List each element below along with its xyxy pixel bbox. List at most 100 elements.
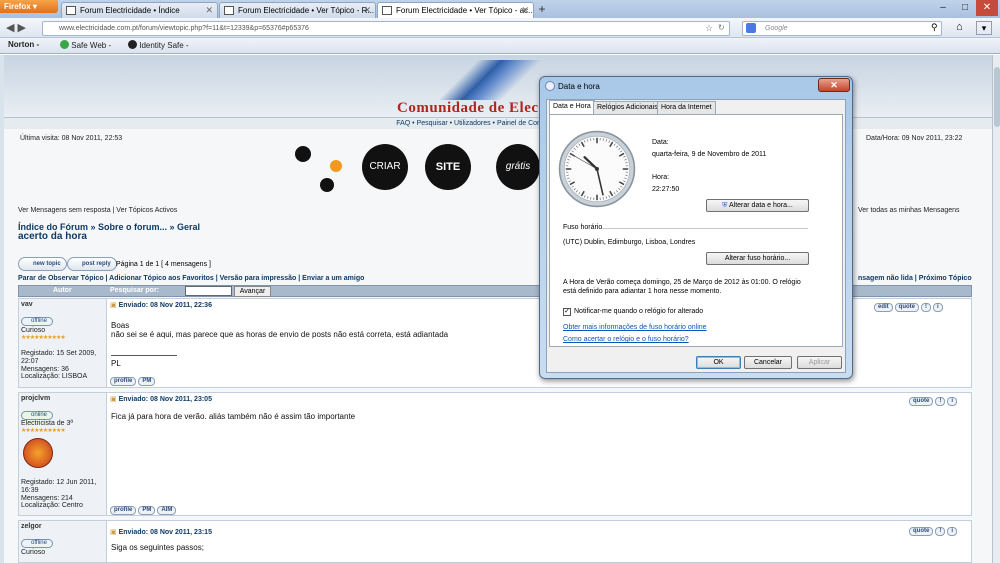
timezone-info-link[interactable]: Obter mais informações de fuso horário o… bbox=[563, 324, 707, 331]
info-button[interactable]: i bbox=[947, 397, 958, 406]
page-scrollbar[interactable] bbox=[992, 55, 1000, 563]
post-text-line: Boas bbox=[111, 321, 130, 330]
scrollbar-thumb[interactable] bbox=[994, 67, 1000, 127]
edit-button[interactable]: edit bbox=[874, 303, 893, 312]
pm-button[interactable]: PM bbox=[138, 377, 156, 386]
quote-button[interactable]: quote bbox=[909, 397, 934, 406]
status-badge: offline bbox=[21, 539, 53, 548]
quote-button[interactable]: quote bbox=[894, 303, 920, 312]
report-button[interactable]: ! bbox=[935, 397, 946, 406]
time-value: 22:27:50 bbox=[652, 186, 680, 193]
page-count: Página 1 de 1 [ 4 mensagens ] bbox=[116, 261, 211, 268]
page-icon bbox=[224, 6, 234, 15]
change-date-time-button[interactable]: ⛨ Alterar data e hora... bbox=[706, 199, 809, 212]
apply-button[interactable]: Aplicar bbox=[797, 356, 842, 369]
safe-web-menu[interactable]: Safe Web - bbox=[60, 40, 111, 50]
notify-checkbox[interactable]: ✓ bbox=[563, 308, 571, 316]
cancel-button[interactable]: Cancelar bbox=[744, 356, 792, 369]
reload-icon[interactable]: ↻ bbox=[718, 23, 725, 32]
lightning-logo-graphic bbox=[430, 60, 550, 100]
quick-links-right[interactable]: Ver todas as minhas Mensagens bbox=[858, 207, 960, 214]
user-rank: Electricista de 3ª bbox=[21, 420, 74, 427]
search-topic-input[interactable] bbox=[185, 286, 232, 296]
minimize-icon[interactable]: – bbox=[932, 0, 954, 16]
profile-button[interactable]: profile bbox=[110, 377, 137, 386]
close-window-icon[interactable]: ✕ bbox=[976, 0, 998, 16]
post-icon: ▣ bbox=[110, 529, 117, 536]
forum-logo-text[interactable]: Comunidade de Elec bbox=[397, 100, 539, 117]
maximize-icon[interactable]: □ bbox=[954, 0, 976, 16]
close-tab-icon[interactable]: ✕ bbox=[205, 5, 213, 16]
post-author[interactable]: zelgor bbox=[21, 523, 42, 530]
dialog-close-button[interactable]: ✕ bbox=[818, 78, 850, 92]
search-bar[interactable]: Google bbox=[742, 21, 942, 36]
signature-text: PL bbox=[111, 359, 121, 368]
back-forward-icons[interactable]: ◀ ▶ bbox=[6, 21, 40, 35]
aim-button[interactable]: AIM bbox=[157, 506, 177, 515]
ad-word-criar: CRIAR bbox=[362, 144, 408, 190]
status-badge: offline bbox=[21, 317, 53, 326]
report-button[interactable]: ! bbox=[935, 527, 946, 536]
home-icon[interactable]: ⌂ bbox=[956, 21, 963, 33]
search-icon[interactable]: ⚲ bbox=[931, 22, 938, 33]
report-button[interactable]: ! bbox=[921, 303, 932, 312]
search-topic-button[interactable]: Avançar bbox=[234, 286, 271, 297]
new-tab-button[interactable]: + bbox=[535, 3, 549, 17]
ad-word-site: SITE bbox=[425, 144, 471, 190]
tab-forum-index[interactable]: Forum Electricidade • Índice ✕ bbox=[61, 2, 218, 18]
date-value: quarta-feira, 9 de Novembro de 2011 bbox=[652, 151, 767, 158]
ok-button[interactable]: OK bbox=[696, 356, 741, 369]
tab-title: Forum Electricidade • Índice bbox=[80, 6, 180, 15]
post-date: Enviado: 08 Nov 2011, 22:36 bbox=[118, 302, 212, 309]
norton-menu[interactable]: Norton - bbox=[8, 40, 39, 49]
close-tab-icon[interactable]: ✕ bbox=[521, 5, 529, 16]
post-author[interactable]: projclvm bbox=[21, 395, 50, 402]
how-to-set-clock-link[interactable]: Como acertar o relógio e o fuso horário? bbox=[563, 336, 689, 343]
tab-title: Forum Electricidade • Ver Tópico - ac... bbox=[396, 6, 534, 15]
tab-forum-topic-r[interactable]: Forum Electricidade • Ver Tópico - R... ✕ bbox=[219, 2, 376, 18]
post-date: Enviado: 08 Nov 2011, 23:15 bbox=[118, 529, 212, 536]
post-header: ▣ Enviado: 08 Nov 2011, 23:05 bbox=[110, 395, 212, 403]
notify-label: Notificar-me quando o relógio for altera… bbox=[574, 308, 704, 315]
bookmark-star-icon[interactable]: ☆ bbox=[705, 23, 713, 34]
identity-safe-label: Identity Safe - bbox=[139, 41, 189, 50]
tab-additional-clocks[interactable]: Relógios Adicionais bbox=[593, 101, 662, 114]
back-arrow-icon[interactable]: ◀ bbox=[6, 22, 14, 34]
page-icon bbox=[382, 6, 392, 15]
topic-nav-links[interactable]: nsagem não lida | Próximo Tópico bbox=[858, 275, 972, 282]
post-reply-button[interactable]: post reply bbox=[67, 257, 117, 271]
info-button[interactable]: i bbox=[947, 527, 958, 536]
close-tab-icon[interactable]: ✕ bbox=[363, 5, 371, 16]
post-author[interactable]: vav bbox=[21, 301, 33, 308]
identity-safe-menu[interactable]: Identity Safe - bbox=[128, 40, 189, 50]
tab-internet-time[interactable]: Hora da Internet bbox=[657, 101, 716, 114]
new-topic-button[interactable]: new topic bbox=[18, 257, 67, 271]
pm-button[interactable]: PM bbox=[138, 506, 156, 515]
post-user-buttons: profile PM bbox=[110, 377, 157, 386]
google-icon[interactable] bbox=[746, 23, 756, 33]
ad-banner[interactable]: CRIAR SITE grátis bbox=[290, 138, 540, 200]
user-registered: Registado: 12 Jun 2011, 16:39 bbox=[21, 479, 97, 494]
search-placeholder: Google bbox=[765, 25, 788, 32]
topic-title[interactable]: acerto da hora bbox=[18, 231, 87, 242]
quote-button[interactable]: quote bbox=[909, 527, 934, 536]
ad-dot bbox=[320, 178, 334, 192]
change-timezone-button[interactable]: Alterar fuso horário... bbox=[706, 252, 809, 265]
safe-web-icon bbox=[60, 40, 69, 49]
downloads-icon[interactable]: ▾ bbox=[976, 21, 992, 35]
last-visit: Última visita: 08 Nov 2011, 22:53 bbox=[20, 135, 123, 142]
tab-forum-topic-active[interactable]: Forum Electricidade • Ver Tópico - ac...… bbox=[377, 2, 534, 18]
firefox-menu-button[interactable]: Firefox ▾ bbox=[0, 0, 58, 13]
forward-arrow-icon[interactable]: ▶ bbox=[18, 22, 26, 34]
quick-links-left[interactable]: Ver Mensagens sem resposta | Ver Tópicos… bbox=[18, 207, 177, 214]
topic-options[interactable]: Parar de Observar Tópico | Adicionar Tóp… bbox=[18, 275, 364, 282]
search-topic-label: Pesquisar por: bbox=[110, 287, 160, 294]
info-button[interactable]: i bbox=[933, 303, 943, 312]
clock-icon bbox=[545, 81, 555, 91]
url-bar[interactable]: www.electricidade.com.pt/forum/viewtopic… bbox=[42, 21, 730, 36]
tab-date-time[interactable]: Data e Hora bbox=[549, 100, 595, 114]
post-action-buttons: edit quote! i bbox=[874, 303, 945, 312]
post-text-line: Siga os seguintes passos; bbox=[111, 543, 204, 552]
shield-icon: ⛨ bbox=[722, 202, 728, 209]
profile-button[interactable]: profile bbox=[110, 506, 137, 515]
